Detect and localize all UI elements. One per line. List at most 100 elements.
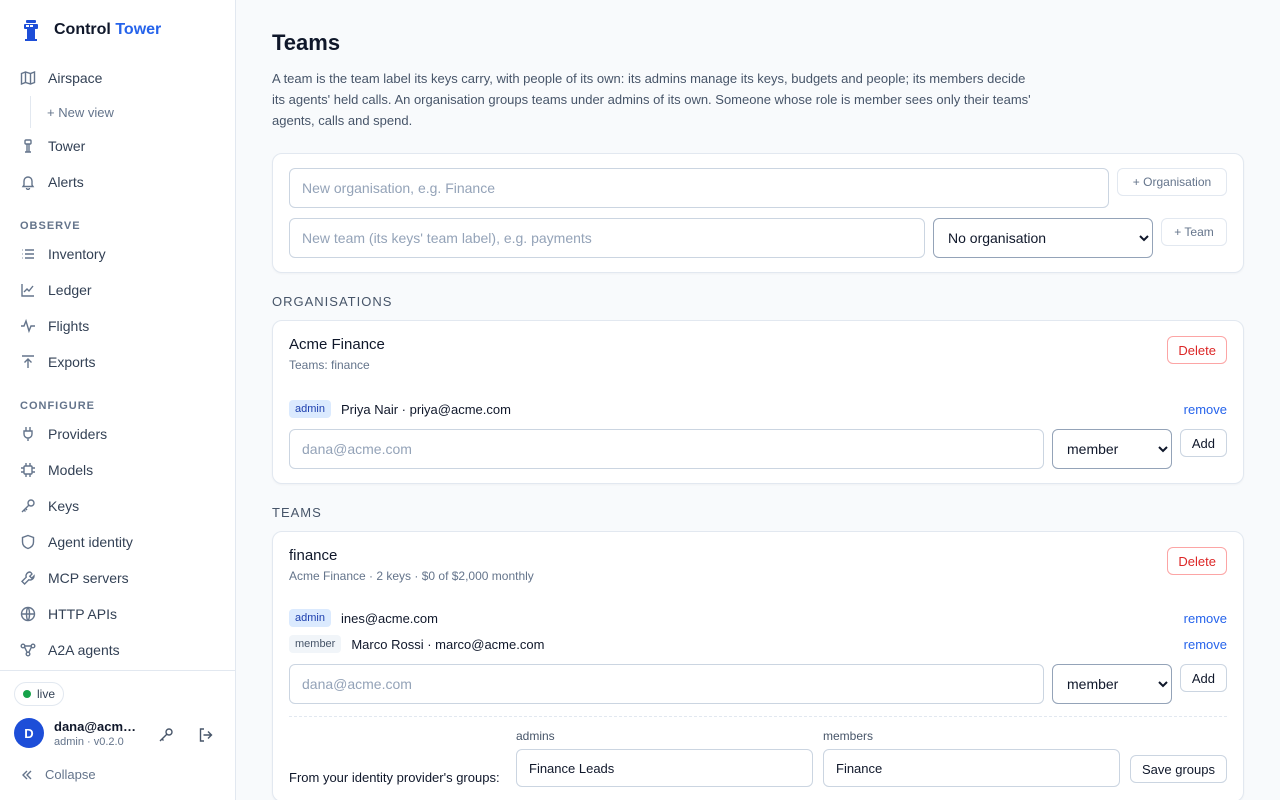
nav-label: Agent identity	[48, 534, 133, 550]
map-icon	[20, 70, 36, 86]
members-group-label: members	[823, 729, 874, 743]
member-row: member Marco Rossi · marco@acme.com remo…	[289, 631, 1227, 657]
member-role-select[interactable]: member	[1052, 664, 1172, 704]
role-badge: admin	[289, 609, 331, 627]
page-title: Teams	[272, 30, 341, 55]
nav-item-agent-identity[interactable]: Agent identity	[0, 524, 235, 560]
remove-member-link[interactable]: remove	[1184, 611, 1227, 626]
section-label-teams: TEAMS	[272, 505, 322, 520]
plug-icon	[20, 426, 36, 442]
nav-label: Flights	[48, 318, 90, 334]
members-group-input[interactable]	[823, 749, 1120, 787]
page-description: A team is the team label its keys carry,…	[272, 71, 1031, 128]
nav-item-inventory[interactable]: Inventory	[0, 236, 235, 272]
user-profile[interactable]: D dana@acme.com admin · v0.2.0	[14, 718, 142, 748]
nav-label: Alerts	[48, 174, 84, 190]
nav-item-alerts[interactable]: Alerts	[0, 164, 235, 200]
app-title: Control Tower	[54, 21, 162, 38]
nav-item-a2a-agents[interactable]: A2A agents	[0, 632, 235, 668]
wrench-icon	[20, 570, 36, 586]
nav-label: Providers	[48, 426, 108, 442]
save-groups-button[interactable]: Save groups	[1130, 755, 1227, 783]
activity-icon	[20, 318, 36, 334]
control-tower-logo-icon	[24, 20, 38, 41]
member-label: ines@acme.com	[340, 610, 438, 626]
brand[interactable]: Control Tower	[0, 0, 235, 60]
idp-groups-label: From your identity provider's groups:	[289, 770, 500, 785]
globe-icon	[20, 606, 36, 622]
idp-groups-section: From your identity provider's groups: ad…	[289, 716, 1227, 787]
role-badge: member	[289, 635, 342, 653]
logout-icon[interactable]	[198, 727, 214, 743]
team-name: finance	[289, 547, 338, 564]
create-card: + Organisation No organisation + Team	[272, 153, 1244, 273]
remove-member-link[interactable]: remove	[1184, 402, 1227, 417]
live-status-badge: live	[14, 682, 65, 706]
nav-label: Tower	[48, 138, 86, 154]
section-label-organisations: ORGANISATIONS	[272, 294, 393, 309]
status-label: live	[37, 687, 56, 701]
tower-icon	[20, 138, 36, 154]
add-organisation-button[interactable]: + Organisation	[1117, 168, 1227, 196]
nav-label: Airspace	[48, 70, 103, 86]
nav-label: Models	[48, 462, 94, 478]
nav-item-exports[interactable]: Exports	[0, 344, 235, 380]
add-member-email-input[interactable]	[289, 429, 1044, 469]
organisation-name: Acme Finance	[289, 336, 385, 353]
team-summary: Acme Finance · 2 keys · $0 of $2,000 mon…	[289, 569, 534, 583]
nav-item-ledger[interactable]: Ledger	[0, 272, 235, 308]
upload-icon	[20, 354, 36, 370]
organisation-card: Acme Finance Teams: finance Delete admin…	[272, 320, 1244, 484]
key-icon	[20, 498, 36, 514]
delete-organisation-button[interactable]: Delete	[1167, 336, 1227, 364]
nav-item-providers[interactable]: Providers	[0, 416, 235, 452]
nav-label: HTTP APIs	[48, 606, 117, 622]
nav-label: A2A agents	[48, 642, 120, 658]
collapse-label: Collapse	[45, 767, 96, 782]
nav-item-models[interactable]: Models	[0, 452, 235, 488]
admins-group-input[interactable]	[516, 749, 813, 787]
nav-item-mcp-servers[interactable]: MCP servers	[0, 560, 235, 596]
nav-label: Exports	[48, 354, 96, 370]
organisation-teams: Teams: finance	[289, 358, 370, 372]
team-card: finance Acme Finance · 2 keys · $0 of $2…	[272, 531, 1244, 800]
network-icon	[20, 642, 36, 658]
member-label: Marco Rossi · marco@acme.com	[351, 636, 545, 652]
member-role-select[interactable]: member	[1052, 429, 1172, 469]
member-row: admin ines@acme.com remove	[289, 605, 1227, 631]
user-name: dana@acme.com	[54, 718, 142, 734]
add-member-button[interactable]: Add	[1179, 429, 1227, 457]
shield-icon	[20, 534, 36, 550]
organisation-select[interactable]: No organisation	[933, 218, 1153, 258]
nav-item-http-apis[interactable]: HTTP APIs	[0, 596, 235, 632]
add-member-button[interactable]: Add	[1179, 664, 1227, 692]
add-team-button[interactable]: + Team	[1161, 218, 1227, 246]
section-title-configure: CONFIGURE	[20, 400, 95, 412]
new-team-input[interactable]	[289, 218, 925, 258]
user-meta: admin · v0.2.0	[54, 735, 124, 748]
delete-team-button[interactable]: Delete	[1167, 547, 1227, 575]
nav-item-keys[interactable]: Keys	[0, 488, 235, 524]
bell-icon	[20, 174, 36, 190]
admins-group-label: admins	[516, 729, 555, 743]
section-title-observe: OBSERVE	[20, 220, 81, 232]
role-badge: admin	[289, 400, 331, 418]
sidebar: Control Tower Airspace + New view Tower …	[0, 0, 236, 800]
new-view-link[interactable]: + New view	[30, 96, 235, 128]
main-content: Teams A team is the team label its keys …	[236, 0, 1280, 800]
nav-item-flights[interactable]: Flights	[0, 308, 235, 344]
avatar: D	[14, 718, 44, 748]
member-label: Priya Nair · priya@acme.com	[340, 401, 511, 417]
chevrons-left-icon	[20, 768, 34, 782]
remove-member-link[interactable]: remove	[1184, 637, 1227, 652]
member-row: admin Priya Nair · priya@acme.com remove	[289, 396, 1227, 422]
cpu-icon	[20, 462, 36, 478]
nav-item-airspace[interactable]: Airspace	[0, 60, 235, 96]
chart-line-icon	[20, 282, 36, 298]
sidebar-footer: live D dana@acme.com admin · v0.2.0 Coll…	[0, 670, 235, 800]
collapse-button[interactable]: Collapse	[20, 767, 96, 782]
nav-item-tower[interactable]: Tower	[0, 128, 235, 164]
add-member-email-input[interactable]	[289, 664, 1044, 704]
key-icon[interactable]	[158, 727, 174, 743]
new-organisation-input[interactable]	[289, 168, 1109, 208]
